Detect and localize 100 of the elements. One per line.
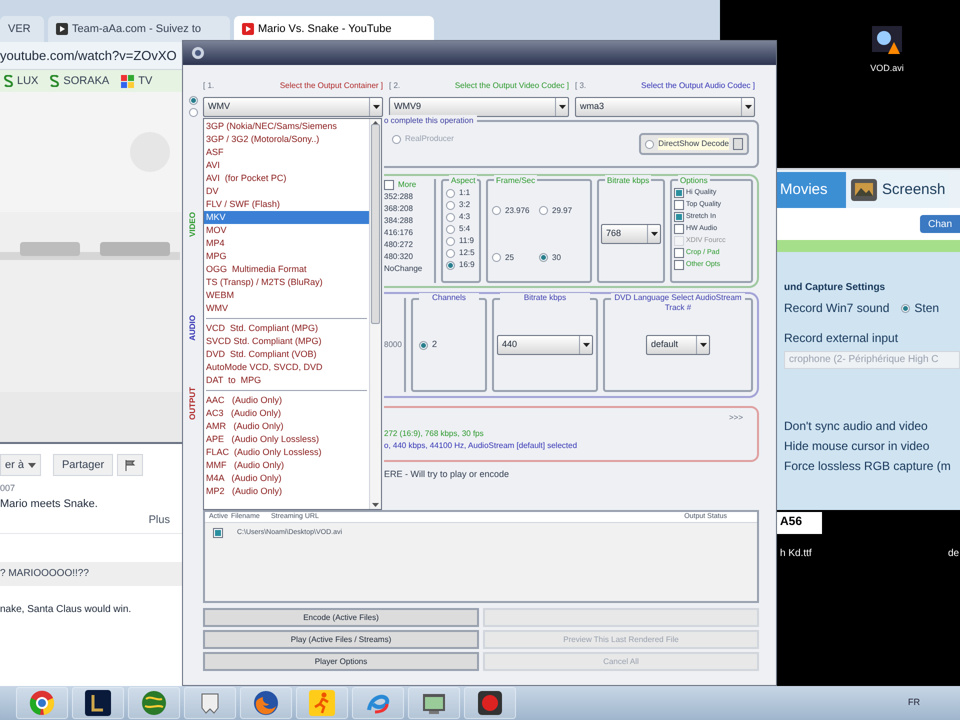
size-option[interactable]: NoChange: [384, 263, 434, 275]
dropdown-option[interactable]: MP4: [204, 237, 369, 250]
add-to-button[interactable]: er à: [0, 454, 41, 476]
radio-button[interactable]: [446, 236, 455, 246]
checkbox[interactable]: [384, 180, 394, 190]
size-option[interactable]: 384:288: [384, 215, 434, 227]
size-option[interactable]: 480:272: [384, 239, 434, 251]
size-option[interactable]: 352:288: [384, 191, 434, 203]
dropdown-option[interactable]: WMV: [204, 302, 369, 315]
scrollbar[interactable]: [369, 119, 381, 509]
flag-button[interactable]: [117, 454, 144, 476]
taskbar-button[interactable]: [464, 687, 516, 719]
dropdown-option[interactable]: 3GP / 3G2 (Motorola/Sony..): [204, 133, 369, 146]
file-label[interactable]: de: [948, 546, 960, 561]
radio-button[interactable]: [446, 188, 455, 198]
directshow-decode-button[interactable]: DirectShow Decode: [639, 133, 749, 155]
action-button[interactable]: Play (Active Files / Streams): [203, 630, 479, 649]
dropdown-option[interactable]: AAC (Audio Only): [204, 394, 369, 407]
dropdown-option[interactable]: DV: [204, 185, 369, 198]
section-title: und Capture Settings: [784, 281, 886, 295]
audio-track-select[interactable]: default: [646, 335, 710, 355]
dropdown-option[interactable]: MKV: [204, 211, 369, 224]
dropdown-option[interactable]: AutoMode VCD, SVCD, DVD: [204, 361, 369, 374]
option-label: 11:9: [459, 235, 474, 247]
dropdown-option[interactable]: WEBM: [204, 289, 369, 302]
dropdown-option[interactable]: ASF: [204, 146, 369, 159]
dropdown-option[interactable]: FLAC (Audio Only Lossless): [204, 446, 369, 459]
dropdown-option[interactable]: OGG Multimedia Format: [204, 263, 369, 276]
codec-select[interactable]: WMV: [203, 97, 383, 117]
option-label: 3:2: [459, 199, 470, 211]
dropdown-option[interactable]: MPG: [204, 250, 369, 263]
codec-select[interactable]: WMV9: [389, 97, 569, 117]
taskbar-button[interactable]: [72, 687, 124, 719]
radio-button[interactable]: [446, 224, 455, 234]
size-option[interactable]: 480:320: [384, 251, 434, 263]
dropdown-option[interactable]: MP2 (Audio Only): [204, 485, 369, 498]
checkbox[interactable]: [674, 212, 684, 222]
size-option[interactable]: 416:176: [384, 227, 434, 239]
radio-button[interactable]: [446, 248, 455, 258]
dropdown-option[interactable]: SVCD Std. Compliant (MPG): [204, 335, 369, 348]
dropdown-option[interactable]: AC3 (Audio Only): [204, 407, 369, 420]
checkbox[interactable]: [674, 188, 684, 198]
radio-button[interactable]: [492, 206, 501, 215]
bookmark[interactable]: SORAKA: [50, 72, 110, 90]
more-link[interactable]: Plus: [148, 512, 170, 528]
dropdown-option[interactable]: TS (Transp) / M2TS (BluRay): [204, 276, 369, 289]
language-indicator[interactable]: FR: [908, 696, 920, 710]
radio-button[interactable]: [539, 206, 548, 215]
checkbox[interactable]: [213, 528, 223, 538]
radio-button[interactable]: [419, 340, 428, 350]
dropdown-list[interactable]: [203, 118, 382, 510]
radio-button[interactable]: [901, 304, 910, 312]
dropdown-option[interactable]: DAT to MPG: [204, 374, 369, 387]
file-name-field[interactable]: A56: [776, 512, 822, 534]
radio-button[interactable]: [188, 108, 198, 117]
bookmark[interactable]: LUX: [4, 72, 38, 90]
dropdown-option[interactable]: 3GP (Nokia/NEC/Sams/Siemens: [204, 120, 369, 133]
dropdown-option[interactable]: AVI: [204, 159, 369, 172]
dropdown-option[interactable]: M4A (Audio Only): [204, 472, 369, 485]
dropdown-option[interactable]: VCD Std. Compliant (MPG): [204, 322, 369, 335]
dropdown-option[interactable]: MMF (Audio Only): [204, 459, 369, 472]
radio-button[interactable]: [446, 200, 455, 210]
share-button[interactable]: Partager: [52, 454, 114, 476]
radio-button[interactable]: [446, 260, 455, 270]
dropdown-option[interactable]: FLV / SWF (Flash): [204, 198, 369, 211]
dropdown-option[interactable]: AMR (Audio Only): [204, 420, 369, 433]
radio-button[interactable]: [188, 96, 198, 105]
checkbox[interactable]: [674, 248, 684, 258]
bitrate-select[interactable]: 768: [601, 224, 661, 244]
sample-rate-option[interactable]: 8000: [384, 339, 402, 351]
file-label[interactable]: VOD.avi: [870, 62, 904, 76]
radio-button[interactable]: [446, 212, 455, 222]
dropdown-option[interactable]: AVI (for Pocket PC): [204, 172, 369, 185]
codec-select[interactable]: wma3: [575, 97, 755, 117]
dropdown-option[interactable]: DVD Std. Compliant (VOB): [204, 348, 369, 361]
radio-button[interactable]: [492, 253, 501, 262]
dropdown-arrow-icon: [372, 105, 380, 109]
checkbox[interactable]: [674, 200, 684, 210]
radio-button[interactable]: [539, 253, 548, 262]
file-label[interactable]: h Kd.ttf: [780, 546, 812, 561]
taskbar-button[interactable]: [408, 687, 460, 719]
dropdown-option[interactable]: MOV: [204, 224, 369, 237]
audio-bitrate-select[interactable]: 440: [497, 335, 593, 355]
size-option[interactable]: 368:208: [384, 203, 434, 215]
checkbox[interactable]: [674, 224, 684, 234]
taskbar-button[interactable]: [240, 687, 292, 719]
radio-button[interactable]: [392, 134, 401, 144]
dropdown-option[interactable]: APE (Audio Only Lossless): [204, 433, 369, 446]
browser-tab[interactable]: Mario Vs. Snake - YouTube: [234, 16, 434, 42]
browser-tab[interactable]: VER: [0, 16, 44, 42]
checkbox[interactable]: [674, 260, 684, 270]
bookmark[interactable]: TV: [121, 72, 152, 90]
action-button[interactable]: Encode (Active Files): [203, 608, 479, 627]
step-title: Select the Output Container ]: [280, 80, 383, 92]
change-button[interactable]: Chan: [920, 215, 960, 233]
expand-link[interactable]: >>>: [728, 412, 743, 424]
browser-tab[interactable]: Team-aAa.com - Suivez to: [48, 16, 230, 42]
address-bar[interactable]: youtube.com/watch?v=ZOvXO: [0, 46, 177, 66]
scroll-thumb[interactable]: [371, 124, 380, 324]
action-button[interactable]: Player Options: [203, 652, 479, 671]
